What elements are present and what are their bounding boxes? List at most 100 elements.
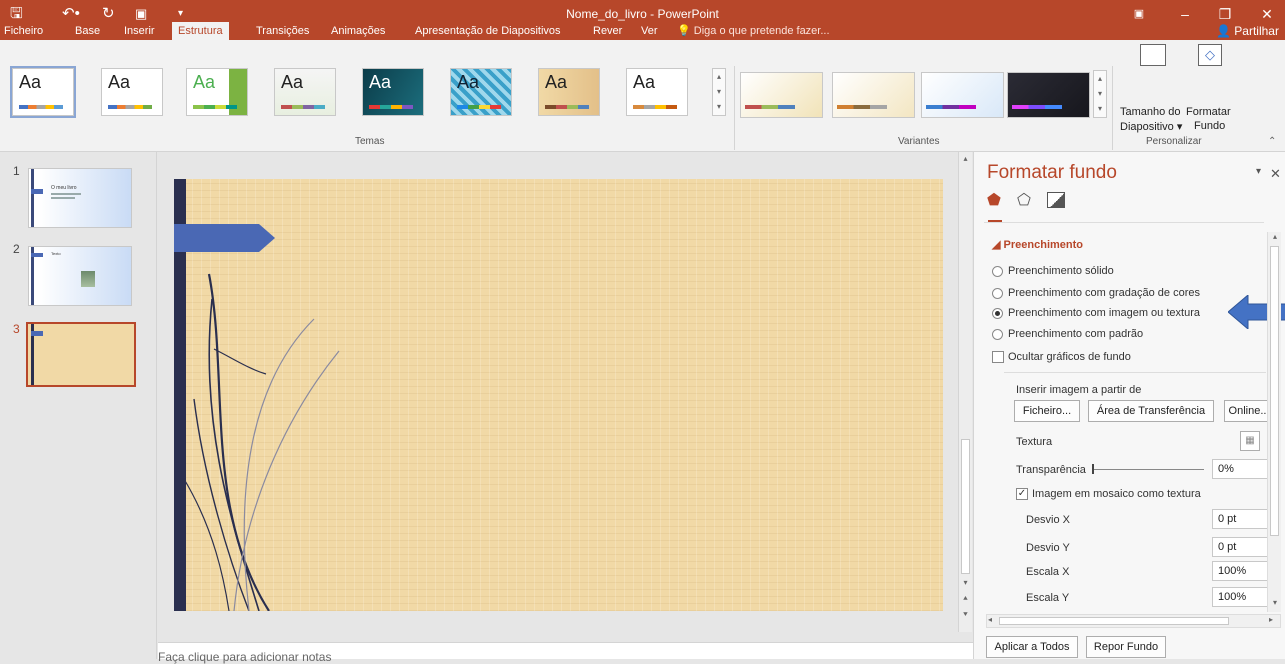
clipboard-button[interactable]: Área de Transferência [1088, 400, 1214, 422]
next-slide-icon[interactable]: ⯆ [959, 608, 972, 622]
theme-8[interactable]: Aa [626, 68, 688, 116]
scroll-up-icon[interactable]: ▴ [959, 152, 972, 166]
title-bar: 🖫 ↶• ↻ ▣ ▾ Nome_do_livro - PowerPoint ▣ … [0, 0, 1285, 40]
collapse-ribbon-icon[interactable]: ⌃ [1268, 136, 1276, 147]
theme-7[interactable]: Aa [538, 68, 600, 116]
themes-gallery-scroll[interactable]: ▴ ▾ ▾ [712, 68, 726, 116]
scale-y-input[interactable]: 100% [1212, 587, 1272, 607]
option-solid-fill[interactable]: Preenchimento sólido [1008, 265, 1114, 277]
pane-scroll-up-icon[interactable]: ▴ [1269, 232, 1281, 244]
option-picture-fill[interactable]: Preenchimento com imagem ou textura [1008, 307, 1200, 319]
picture-icon[interactable] [1047, 192, 1065, 208]
window-title: Nome_do_livro - PowerPoint [566, 7, 719, 21]
slide-thumbnails-pane: 1 O meu livro 2 Texto 3 [0, 152, 157, 659]
notes-placeholder: Faça clique para adicionar notas [158, 650, 332, 664]
tab-ver[interactable]: Ver [641, 22, 658, 40]
tab-estrutura[interactable]: Estrutura [172, 22, 229, 40]
pane-options-icon[interactable]: ▾ [1256, 166, 1261, 177]
pane-scroll-thumb[interactable] [1270, 246, 1279, 536]
previous-slide-icon[interactable]: ⯅ [959, 592, 972, 606]
slide-number: 1 [13, 164, 20, 178]
minimize-icon[interactable]: – [1170, 3, 1200, 25]
offset-y-input[interactable]: 0 pt [1212, 537, 1272, 557]
theme-5[interactable]: Aa [362, 68, 424, 116]
theme-office[interactable]: Aa [10, 66, 76, 118]
radio-gradient-fill[interactable] [992, 288, 1003, 299]
slide-thumbnail-2[interactable]: Texto [28, 246, 132, 306]
option-pattern-fill[interactable]: Preenchimento com padrão [1008, 328, 1143, 340]
radio-picture-fill[interactable] [992, 308, 1003, 319]
slide-size-button[interactable]: Tamanho do Diapositivo ▾ [1120, 42, 1182, 133]
variant-2[interactable] [832, 72, 915, 118]
theme-label: Aa [369, 72, 392, 92]
variants-gallery-scroll[interactable]: ▴ ▾ ▾ [1093, 70, 1107, 118]
format-background-icon: ◇ [1198, 44, 1222, 66]
transparency-slider-thumb[interactable] [1092, 464, 1094, 474]
pane-title: Formatar fundo [987, 162, 1117, 183]
tab-ficheiro[interactable]: Ficheiro [4, 22, 43, 40]
tab-rever[interactable]: Rever [593, 22, 622, 40]
pane-close-icon[interactable]: ✕ [1270, 166, 1281, 182]
pane-hscroll-thumb[interactable] [999, 617, 1229, 625]
slide-vertical-scrollbar[interactable]: ▴ ▾ ⯅ ⯆ [958, 152, 972, 632]
scroll-down-icon[interactable]: ▾ [959, 576, 972, 590]
scale-x-input[interactable]: 100% [1212, 561, 1272, 581]
option-gradient-fill[interactable]: Preenchimento com gradação de cores [1008, 287, 1200, 299]
format-background-pane: Formatar fundo ▾ ✕ ⬟ ⬠ ◢ Preenchimento P… [973, 152, 1285, 659]
tab-animacoes[interactable]: Animações [331, 22, 385, 40]
radio-pattern-fill[interactable] [992, 329, 1003, 340]
radio-solid-fill[interactable] [992, 266, 1003, 277]
share-button[interactable]: 👤 Partilhar [1216, 22, 1279, 40]
hide-graphics-checkbox[interactable] [992, 351, 1004, 363]
pane-horizontal-scrollbar[interactable]: ◂ ▸ [986, 614, 1281, 628]
fill-icon[interactable]: ⬟ [987, 190, 1009, 212]
apply-to-all-button[interactable]: Aplicar a Todos [986, 636, 1078, 658]
reset-background-button[interactable]: Repor Fundo [1086, 636, 1166, 658]
scale-y-label: Escala Y [1026, 592, 1070, 604]
slide-number: 2 [13, 242, 20, 256]
ribbon-display-options-icon[interactable]: ▣ [1124, 3, 1154, 25]
theme-label: Aa [19, 72, 42, 92]
transparency-input[interactable]: 0% [1212, 459, 1272, 479]
pane-scroll-left-icon[interactable]: ◂ [988, 615, 992, 624]
file-button[interactable]: Ficheiro... [1014, 400, 1080, 422]
pane-vertical-scrollbar[interactable]: ▴ ▾ [1267, 232, 1281, 612]
tab-base[interactable]: Base [75, 22, 100, 40]
tile-texture-checkbox[interactable]: ✓ [1016, 488, 1028, 500]
tab-transicoes[interactable]: Transições [256, 22, 309, 40]
variants-group-label: Variantes [898, 136, 940, 147]
theme-6[interactable]: Aa [450, 68, 512, 116]
ribbon: Aa Aa Aa Aa Aa Aa Aa Aa ▴ ▾ ▾ Temas ▴ ▾ ▾ Va… [0, 40, 1285, 152]
theme-2[interactable]: Aa [101, 68, 163, 116]
pane-scroll-right-icon[interactable]: ▸ [1269, 615, 1273, 624]
effects-icon[interactable]: ⬠ [1017, 190, 1039, 212]
slide-thumbnail-3[interactable] [26, 322, 136, 387]
collapse-triangle-icon: ◢ [992, 239, 1001, 251]
share-label: Partilhar [1234, 24, 1279, 38]
variant-4[interactable] [1007, 72, 1090, 118]
pane-scroll-down-icon[interactable]: ▾ [1269, 598, 1281, 610]
tile-texture-label: Imagem em mosaico como textura [1032, 488, 1201, 500]
format-background-button[interactable]: ◇ Formatar Fundo [1186, 42, 1236, 132]
notes-area[interactable]: Faça clique para adicionar notas [158, 642, 973, 664]
transparency-slider[interactable] [1092, 469, 1204, 470]
variant-3[interactable] [921, 72, 1004, 118]
tab-apresentacao[interactable]: Apresentação de Diapositivos [415, 22, 561, 40]
theme-3[interactable]: Aa [186, 68, 248, 116]
slide-thumbnail-1[interactable]: O meu livro [28, 168, 132, 228]
group-separator [1112, 66, 1113, 150]
scroll-thumb[interactable] [961, 439, 970, 574]
tab-inserir[interactable]: Inserir [124, 22, 155, 40]
lightbulb-icon: 💡 [677, 25, 691, 37]
offset-x-input[interactable]: 0 pt [1212, 509, 1272, 529]
slide-decoration [174, 224, 340, 611]
tell-me-search[interactable]: 💡 Diga o que pretende fazer... [677, 22, 830, 40]
variant-1[interactable] [740, 72, 823, 118]
theme-label: Aa [281, 72, 304, 92]
current-slide[interactable] [174, 179, 943, 611]
theme-4[interactable]: Aa [274, 68, 336, 116]
format-bg-label-1: Formatar [1186, 106, 1231, 118]
texture-picker-icon[interactable]: ▦ [1240, 431, 1260, 451]
fill-section-header[interactable]: ◢ Preenchimento [992, 238, 1083, 251]
offset-y-label: Desvio Y [1026, 542, 1070, 554]
